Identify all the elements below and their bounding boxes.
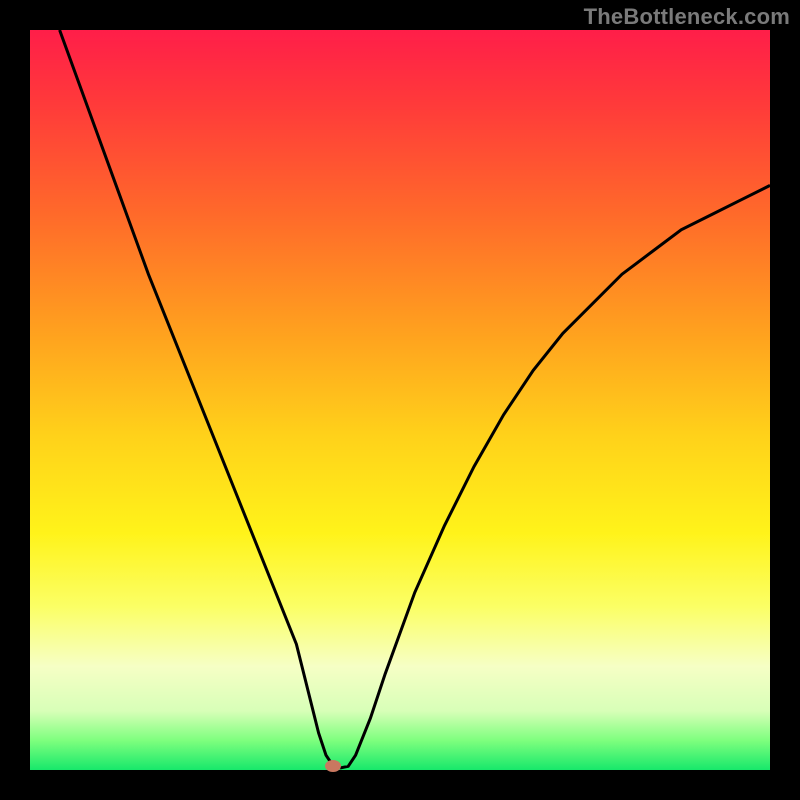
curve-svg bbox=[30, 30, 770, 770]
chart-container: TheBottleneck.com bbox=[0, 0, 800, 800]
attribution-label: TheBottleneck.com bbox=[584, 4, 790, 30]
bottleneck-curve bbox=[60, 30, 770, 768]
plot-area bbox=[30, 30, 770, 770]
optimum-marker bbox=[325, 760, 341, 772]
